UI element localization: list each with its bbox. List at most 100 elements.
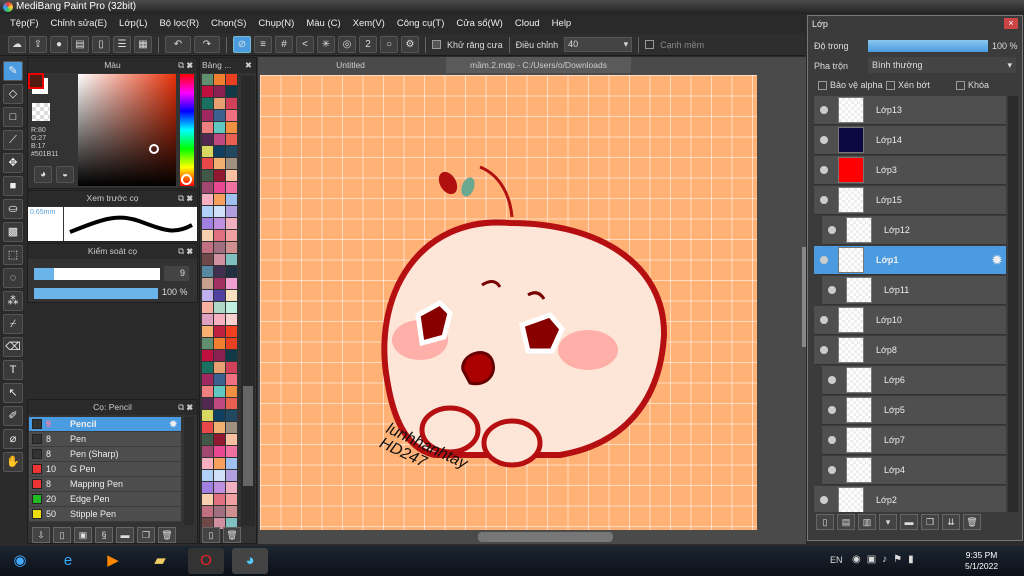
layer-row[interactable]: Lớp12 — [822, 216, 1006, 245]
palette-swatch[interactable] — [214, 194, 225, 205]
palette-swatch[interactable] — [226, 290, 237, 301]
page-icon[interactable]: ▯ — [92, 36, 110, 53]
menu-item[interactable]: Bộ lọc(R) — [153, 14, 205, 34]
palette-swatch[interactable] — [226, 206, 237, 217]
palette-swatch[interactable] — [226, 98, 237, 109]
menu-item[interactable]: Cửa sổ(W) — [450, 14, 508, 34]
visibility-eye-icon[interactable] — [828, 376, 836, 384]
redo-button[interactable]: ↷ — [194, 36, 220, 53]
palette-swatch[interactable] — [226, 470, 237, 481]
trash-icon[interactable]: 🗑 — [223, 527, 241, 543]
palette-swatch[interactable] — [214, 170, 225, 181]
palette-swatch[interactable] — [226, 338, 237, 349]
palette-swatch[interactable] — [214, 98, 225, 109]
layer-row[interactable]: Lớp5 — [822, 396, 1006, 425]
visibility-eye-icon[interactable] — [828, 436, 836, 444]
share-icon[interactable]: ⇪ — [29, 36, 47, 53]
palette-swatch[interactable] — [202, 74, 213, 85]
lasso-tool-icon[interactable]: ◌ — [3, 268, 23, 288]
dot-tool-icon[interactable]: ⟋ — [3, 130, 23, 150]
visibility-eye-icon[interactable] — [828, 226, 836, 234]
select-eraser-icon[interactable]: ⌫ — [3, 337, 23, 357]
palette-swatch[interactable] — [202, 158, 213, 169]
palette-swatch[interactable] — [226, 182, 237, 193]
palette-swatch[interactable] — [202, 146, 213, 157]
close-icon[interactable]: × — [1004, 18, 1018, 29]
palette-swatch[interactable] — [202, 482, 213, 493]
visibility-eye-icon[interactable] — [828, 406, 836, 414]
palette-swatch[interactable] — [214, 434, 225, 445]
palette-swatch[interactable] — [226, 398, 237, 409]
gear-icon[interactable]: ✹ — [992, 253, 1002, 267]
brush-size-input[interactable]: 9 — [164, 266, 189, 281]
perspective-snap-icon[interactable]: < — [296, 36, 314, 53]
palette-swatch[interactable] — [226, 146, 237, 157]
hue-slider[interactable] — [180, 74, 194, 186]
palette-swatch[interactable] — [226, 254, 237, 265]
select-pen-icon[interactable]: ⌿ — [3, 314, 23, 334]
palette-swatch[interactable] — [202, 218, 213, 229]
start-button-icon[interactable]: ◉ — [2, 548, 38, 574]
palette-swatch[interactable] — [226, 326, 237, 337]
eraser-tool-icon[interactable]: ◇ — [3, 84, 23, 104]
palette-swatch[interactable] — [202, 386, 213, 397]
undo-button[interactable]: ↶ — [165, 36, 191, 53]
close-icon[interactable]: ⧉ ✖ — [178, 191, 193, 206]
layer-row[interactable]: Lớp2 — [814, 486, 1006, 512]
palette-swatch[interactable] — [214, 362, 225, 373]
duplicate-layer-icon[interactable]: ❐ — [921, 514, 939, 530]
picker-cursor[interactable] — [149, 144, 159, 154]
palette-swatch[interactable] — [214, 410, 225, 421]
palette-swatch[interactable] — [214, 446, 225, 457]
hue-cursor[interactable] — [181, 174, 192, 185]
menu-item[interactable]: Chỉnh sửa(E) — [45, 14, 114, 34]
palette-swatch[interactable] — [226, 74, 237, 85]
layer-row[interactable]: Lớp11 — [822, 276, 1006, 305]
brush-item[interactable]: 8 Mapping Pen — [29, 477, 181, 492]
palette-swatch[interactable] — [202, 398, 213, 409]
brush-list-scrollbar[interactable] — [184, 417, 194, 525]
menu-item[interactable]: Cloud — [509, 14, 546, 34]
tab-active-document[interactable]: mầm.2.mdp - C:/Users/o/Downloads — [446, 57, 631, 73]
palette-swatch[interactable] — [214, 422, 225, 433]
radial-snap-icon[interactable]: ✳ — [317, 36, 335, 53]
clock-date[interactable]: 5/1/2022 — [965, 561, 998, 572]
move-tool-icon[interactable]: ✥ — [3, 153, 23, 173]
palette-swatch[interactable] — [214, 470, 225, 481]
palette-swatch[interactable] — [202, 362, 213, 373]
brush-settings-icon[interactable]: § — [95, 527, 113, 543]
palette-swatch[interactable] — [202, 506, 213, 517]
folder-icon[interactable]: ▬ — [116, 527, 134, 543]
gradient-tool-icon[interactable]: ▩ — [3, 222, 23, 242]
drawing-canvas[interactable]: lunhhanhtay HD247 — [260, 75, 757, 530]
palette-swatch[interactable] — [214, 230, 225, 241]
close-icon[interactable]: ⧉ ✖ — [178, 400, 193, 415]
new-brush-icon[interactable]: ▯ — [53, 527, 71, 543]
circle-snap-icon[interactable]: ○ — [380, 36, 398, 53]
rectangle-tool-icon[interactable]: □ — [3, 107, 23, 127]
saturation-value-picker[interactable] — [78, 74, 176, 186]
layer-opacity-slider[interactable] — [868, 40, 988, 52]
comment-icon[interactable]: ● — [50, 36, 68, 53]
gear-icon[interactable]: ⚙ — [401, 36, 419, 53]
clock-time[interactable]: 9:35 PM — [965, 550, 998, 561]
palette-swatch[interactable] — [202, 134, 213, 145]
palette-swatch[interactable] — [226, 122, 237, 133]
palette-swatch[interactable] — [226, 506, 237, 517]
palette-swatch[interactable] — [226, 446, 237, 457]
cloud-icon[interactable]: ☁ — [8, 36, 26, 53]
menu-item[interactable]: Chọn(S) — [205, 14, 252, 34]
palette-swatch[interactable] — [226, 482, 237, 493]
palette-swatch[interactable] — [214, 254, 225, 265]
palette-swatch[interactable] — [226, 434, 237, 445]
palette-swatch[interactable] — [214, 266, 225, 277]
palette-swatch[interactable] — [214, 482, 225, 493]
close-icon[interactable]: ⧉ ✖ — [178, 58, 193, 73]
palette-swatch[interactable] — [226, 194, 237, 205]
palette-swatch[interactable] — [202, 110, 213, 121]
palette-swatch[interactable] — [202, 86, 213, 97]
soft-edge-checkbox[interactable] — [645, 40, 655, 49]
brush-item[interactable]: 8 Pen (Sharp) — [29, 447, 181, 462]
palette-swatch[interactable] — [226, 494, 237, 505]
menu-item[interactable]: Chụp(N) — [252, 14, 300, 34]
